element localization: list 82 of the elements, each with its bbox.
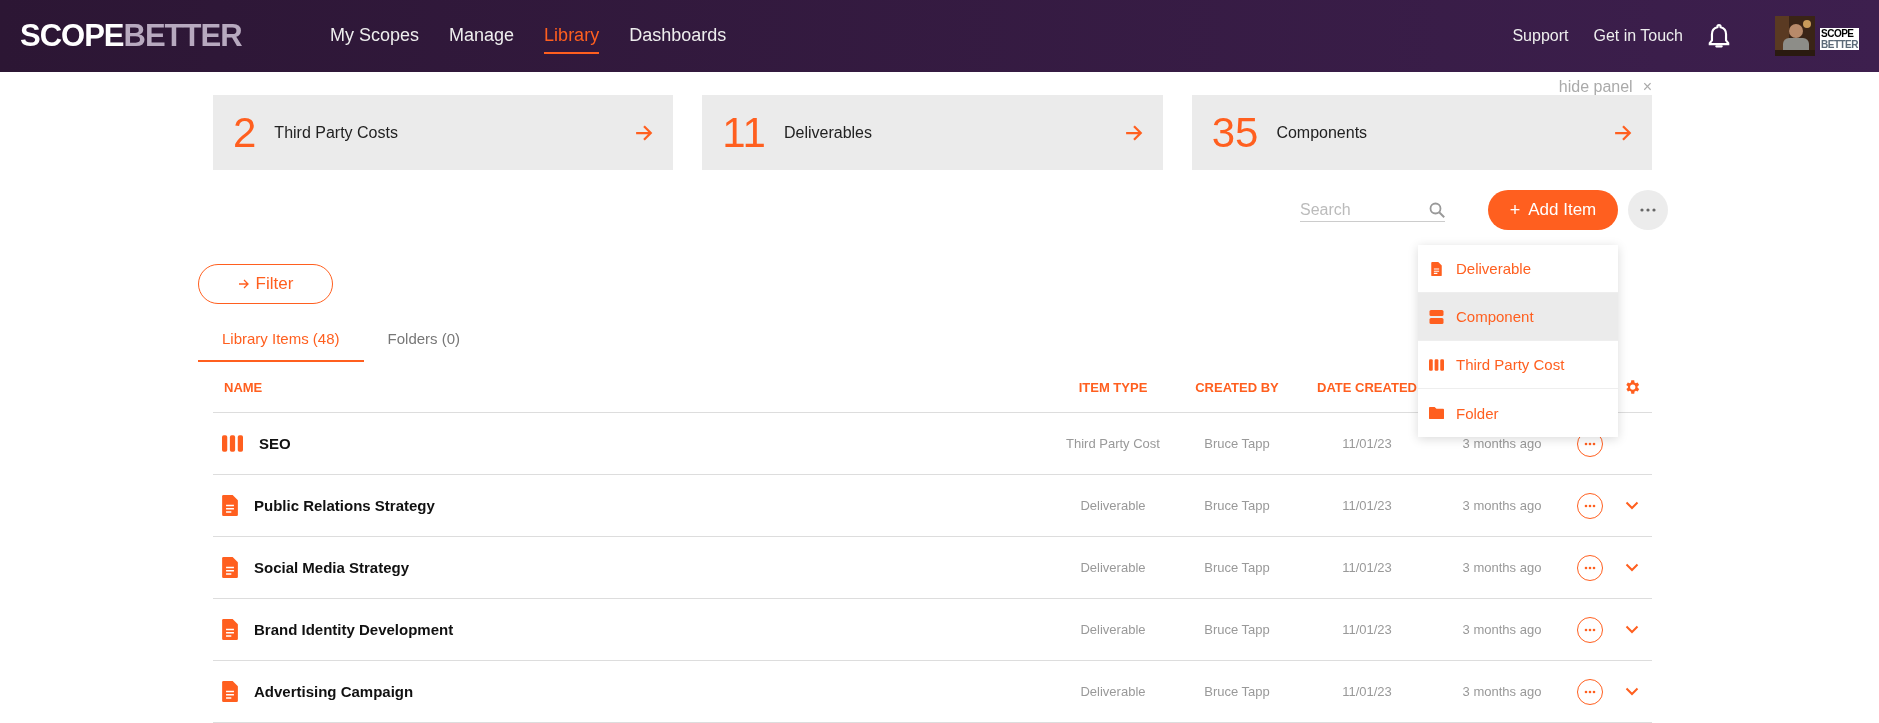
item-name[interactable]: Advertising Campaign — [254, 683, 414, 700]
more-button[interactable] — [1576, 554, 1603, 581]
column-header[interactable]: DATE CREATED — [1317, 379, 1417, 395]
more-icon — [1583, 689, 1596, 694]
item-name[interactable]: SEO — [259, 435, 291, 452]
more-button[interactable] — [1628, 190, 1668, 230]
filter-button[interactable]: Filter — [198, 264, 333, 304]
table-cell: Deliverable — [1080, 684, 1146, 699]
table-cell: 3 months ago — [1462, 622, 1542, 637]
more-button[interactable] — [1576, 678, 1603, 705]
more-button[interactable] — [1576, 492, 1603, 519]
menu-item[interactable]: Folder — [1418, 389, 1618, 437]
arrow-right-icon — [237, 278, 250, 290]
table-cell: Deliverable — [1080, 622, 1146, 637]
document-icon — [1429, 261, 1444, 276]
more-icon — [1583, 565, 1596, 570]
nav-link[interactable]: My Scopes — [330, 18, 420, 54]
nav-link[interactable]: Get in Touch — [1593, 27, 1683, 45]
stat-card[interactable]: 2 Third Party Costs — [213, 95, 674, 170]
stat-count: 35 — [1211, 108, 1259, 157]
item-name[interactable]: Brand Identity Development — [254, 621, 454, 638]
stat-card[interactable]: 11 Deliverables — [702, 95, 1163, 170]
stat-count: 11 — [722, 108, 766, 157]
table-cell: 3 months ago — [1462, 684, 1542, 699]
arrow-right-icon — [1614, 123, 1632, 142]
menu-item[interactable]: Third Party Cost — [1418, 341, 1618, 389]
nav-link[interactable]: Dashboards — [629, 18, 727, 54]
account-logo: SCOPE BETTER — [1820, 28, 1859, 50]
document-icon — [222, 495, 238, 516]
document-icon — [222, 557, 238, 578]
table-cell: 3 months ago — [1462, 436, 1542, 451]
add-item-button[interactable]: + Add Item — [1488, 190, 1618, 230]
tab[interactable]: Folders (0) — [363, 320, 485, 362]
table-cell: Third Party Cost — [1066, 436, 1160, 451]
document-icon — [222, 681, 238, 702]
folder-icon — [1429, 406, 1444, 420]
table-cell: 11/01/23 — [1342, 498, 1392, 513]
column-header[interactable]: CREATED BY — [1195, 379, 1279, 395]
table-cell: 11/01/23 — [1342, 684, 1392, 699]
stat-card[interactable]: 35 Components — [1191, 95, 1652, 170]
arrow-right-icon — [1124, 123, 1143, 142]
chevron-down-icon[interactable] — [1625, 501, 1639, 510]
table-cell: Deliverable — [1080, 560, 1146, 575]
table-cell: Deliverable — [1080, 498, 1146, 513]
logo[interactable]: SCOPEBETTER — [20, 18, 330, 54]
table-cell: 11/01/23 — [1342, 622, 1392, 637]
bell-icon[interactable] — [1708, 23, 1730, 49]
component-icon — [1429, 309, 1444, 324]
item-name[interactable]: Public Relations Strategy — [254, 497, 435, 514]
table-cell: Bruce Tapp — [1204, 622, 1270, 637]
column-header[interactable]: NAME — [213, 379, 1049, 395]
stat-label: Third Party Costs — [274, 123, 398, 142]
column-header[interactable]: ITEM TYPE — [1078, 379, 1148, 395]
chevron-down-icon[interactable] — [1625, 687, 1639, 696]
chevron-down-icon[interactable] — [1625, 625, 1639, 634]
bars-icon — [1429, 357, 1444, 372]
arrow-right-icon — [635, 123, 654, 142]
table-cell: 3 months ago — [1462, 498, 1542, 513]
nav-link[interactable]: Support — [1512, 27, 1569, 45]
table-cell: 3 months ago — [1462, 560, 1542, 575]
document-icon — [222, 619, 238, 640]
nav-link[interactable]: Manage — [449, 18, 515, 54]
more-icon — [1640, 208, 1656, 212]
stat-label: Deliverables — [783, 123, 872, 142]
more-icon — [1583, 627, 1596, 632]
nav-link[interactable]: Library — [544, 18, 600, 54]
bars-icon — [222, 435, 243, 452]
search-icon — [1429, 201, 1445, 218]
chevron-down-icon[interactable] — [1625, 563, 1639, 572]
more-icon — [1583, 503, 1596, 508]
more-icon — [1583, 441, 1596, 446]
table-cell: 11/01/23 — [1342, 560, 1392, 575]
tab[interactable]: Library Items (48) — [198, 320, 364, 362]
stat-count: 2 — [233, 108, 257, 157]
stat-label: Components — [1276, 123, 1368, 142]
table-cell: Bruce Tapp — [1204, 498, 1270, 513]
table-cell: 11/01/23 — [1342, 436, 1392, 451]
table-cell: Bruce Tapp — [1204, 684, 1270, 699]
table-cell: Bruce Tapp — [1204, 436, 1270, 451]
table-cell: Bruce Tapp — [1204, 560, 1270, 575]
item-name[interactable]: Social Media Strategy — [254, 559, 410, 576]
more-button[interactable] — [1576, 616, 1603, 643]
